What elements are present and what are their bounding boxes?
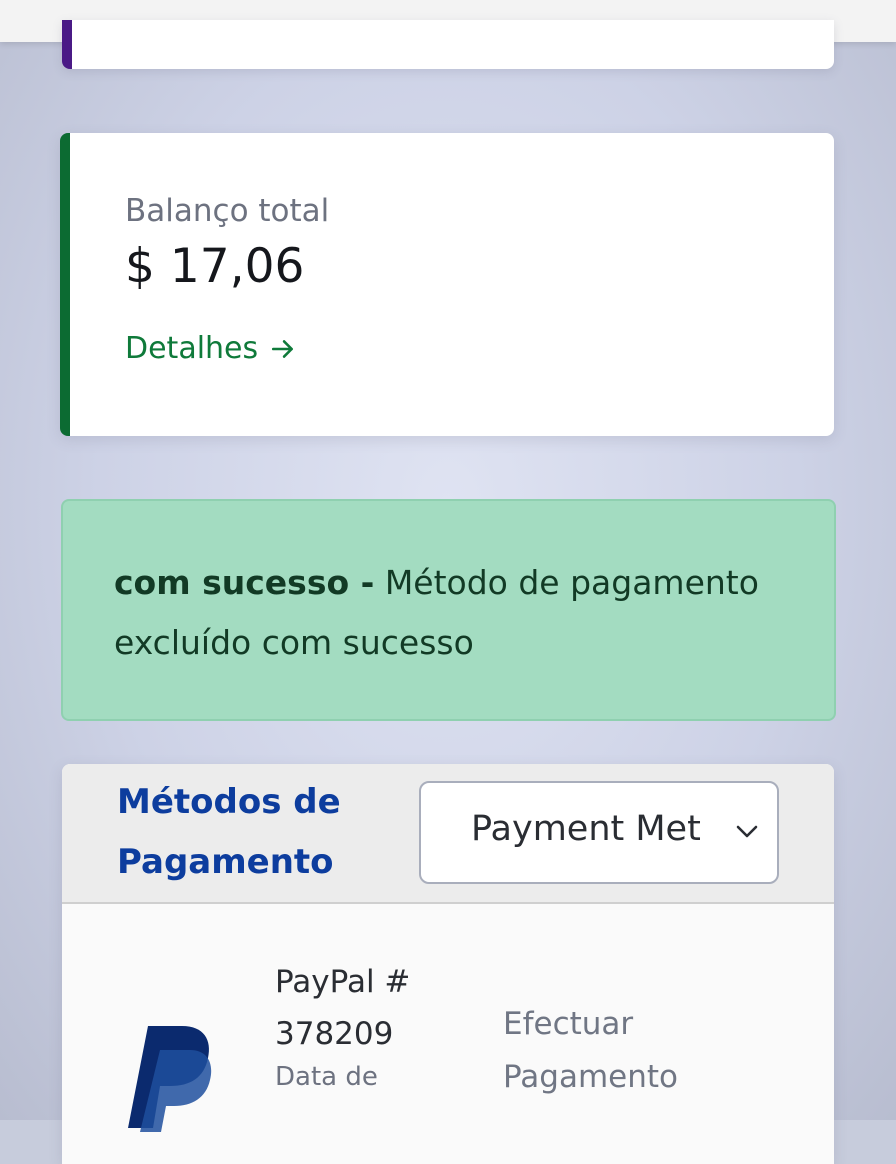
payment-methods-title: Métodos de Pagamento <box>117 782 341 882</box>
arrow-right-icon <box>272 339 294 358</box>
payment-methods-header: Métodos de Pagamento Payment Methods <box>62 764 834 904</box>
payment-methods-select-value: Payment Methods <box>471 809 703 849</box>
balance-card: Balanço total $ 17,06 Detalhes <box>60 133 834 436</box>
details-link[interactable]: Detalhes <box>125 331 296 366</box>
balance-label: Balanço total <box>125 193 330 229</box>
list-item: PayPal # 378209 Data de Efectuar Pagamen… <box>62 904 834 1164</box>
paypal-logo-icon <box>128 1026 212 1132</box>
payment-method-date-label: Data de <box>275 1062 378 1092</box>
chevron-down-icon <box>736 825 758 838</box>
success-alert: com sucesso - Método de pagamento excluí… <box>61 499 836 721</box>
payment-method-name: PayPal # 378209 <box>275 964 411 1052</box>
details-link-label: Detalhes <box>125 331 259 366</box>
alert-title: com sucesso - <box>114 563 375 602</box>
payment-methods-select[interactable]: Payment Methods <box>419 781 779 884</box>
payment-methods-card: Métodos de Pagamento Payment Methods Pay… <box>62 764 834 1164</box>
previous-card <box>62 20 834 69</box>
balance-amount: $ 17,06 <box>125 239 305 294</box>
make-payment-link[interactable]: Efectuar Pagamento <box>503 998 743 1104</box>
alert-text: com sucesso - Método de pagamento excluí… <box>114 553 794 673</box>
